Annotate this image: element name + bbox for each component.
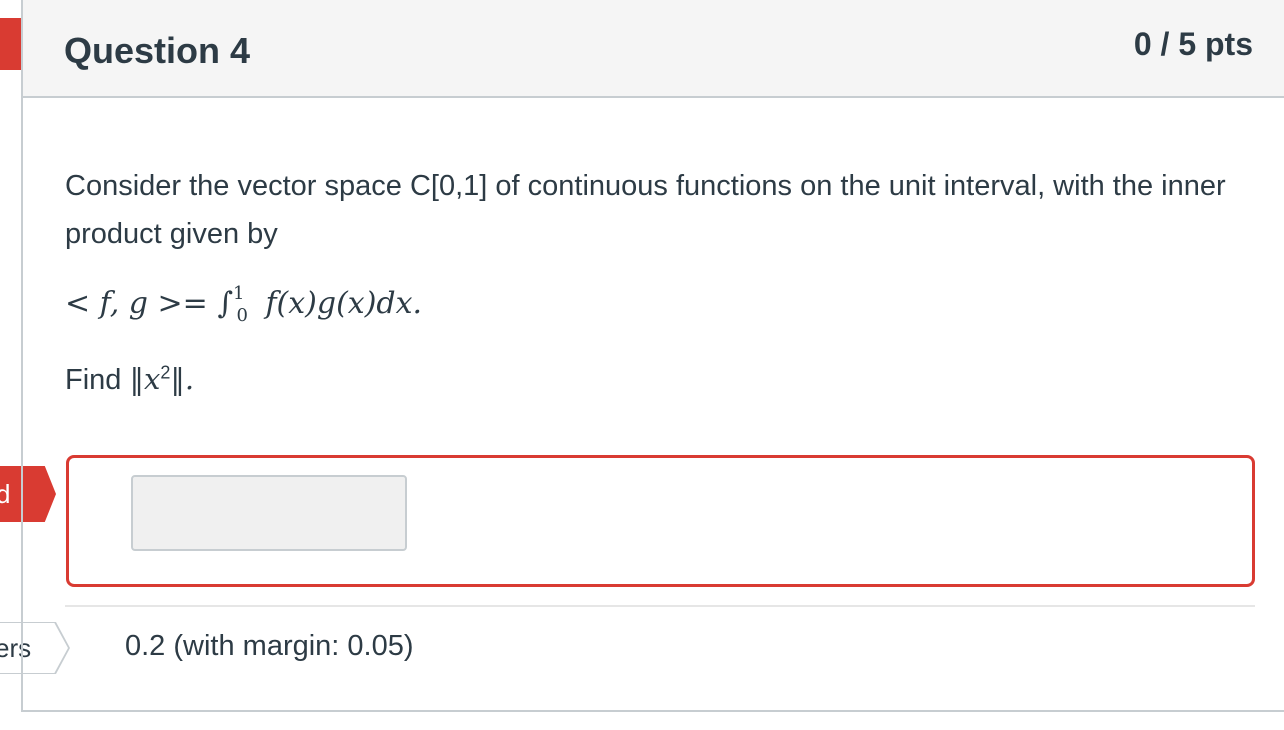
answer-input[interactable] (131, 475, 407, 551)
question-points: 0 / 5 pts (1133, 26, 1253, 62)
incorrect-answer-box (66, 455, 1255, 587)
question-card: Question 4 0 / 5 pts Consider the vector… (21, 0, 1284, 712)
quiz-page: d ers Question 4 0 / 5 pts Consider the … (0, 0, 1284, 730)
question-title: Question 4 (64, 30, 251, 71)
question-header: Question 4 0 / 5 pts (23, 0, 1284, 98)
question-text: Consider the vector space C[0,1] of cont… (65, 170, 1226, 250)
norm-variable: x (143, 362, 161, 396)
formula-lhs: < f, g >= (65, 286, 208, 321)
formula-rhs: f(x)g(x)dx. (265, 286, 423, 321)
integral-upper-limit: 1 (232, 283, 245, 304)
norm-exponent: 2 (160, 362, 171, 383)
incorrect-answer-flag-label: d (0, 478, 11, 509)
find-prompt: Find ‖x2‖. (65, 362, 194, 397)
inner-product-formula: < f, g >= ∫10 f(x)g(x)dx. (65, 283, 423, 326)
correct-answer-text: 0.2 (with margin: 0.05) (125, 630, 414, 662)
find-prefix: Find (65, 364, 122, 396)
norm-open: ‖ (129, 362, 144, 396)
integral-sign: ∫ (217, 286, 233, 321)
integral-lower-limit: 0 (236, 305, 248, 326)
answer-divider (65, 605, 1255, 607)
norm-close: ‖. (170, 362, 195, 396)
